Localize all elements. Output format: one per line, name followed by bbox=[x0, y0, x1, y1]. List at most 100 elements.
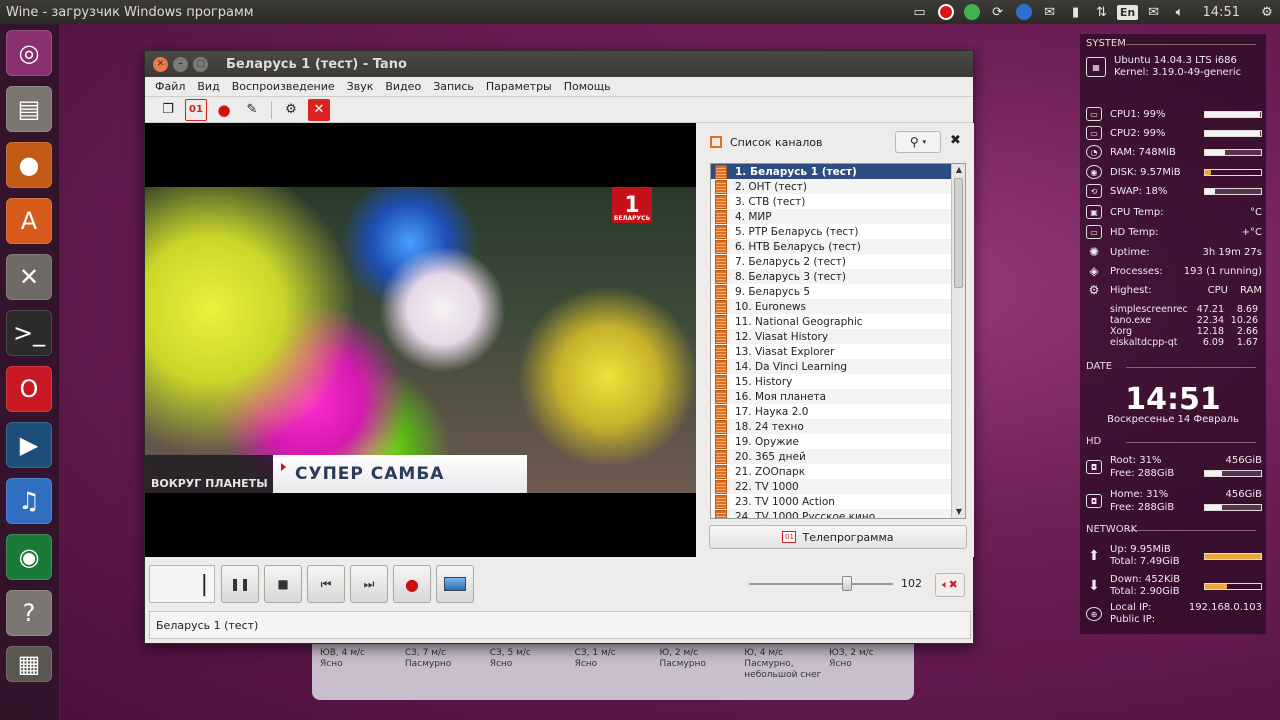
previous-button[interactable]: ⏮ bbox=[307, 565, 345, 603]
stop-button[interactable]: ■ bbox=[264, 565, 302, 603]
software-center-icon[interactable]: A bbox=[6, 198, 52, 244]
channel-item[interactable]: 20. 365 дней bbox=[711, 449, 965, 464]
channel-item[interactable]: 19. Оружие bbox=[711, 434, 965, 449]
files-icon[interactable]: ▤ bbox=[6, 86, 52, 132]
channel-item[interactable]: 1. Беларусь 1 (тест) bbox=[711, 164, 965, 179]
help-icon[interactable]: ? bbox=[6, 590, 52, 636]
terminal-icon[interactable]: >_ bbox=[6, 310, 52, 356]
mail-notification-icon[interactable]: ✉ bbox=[1141, 0, 1167, 24]
close-window-icon[interactable]: ✕ bbox=[153, 56, 168, 72]
menu-record[interactable]: Запись bbox=[427, 80, 480, 93]
processes-row: ◈ Processes: 193 (1 running) bbox=[1086, 263, 1262, 279]
record-icon[interactable]: ● bbox=[213, 99, 235, 121]
channel-item[interactable]: 9. Беларусь 5 bbox=[711, 284, 965, 299]
video-display[interactable]: 1 БЕЛАРУСЬ ВОКРУГ ПЛАНЕТЫ СУПЕР САМБА bbox=[145, 123, 696, 557]
maximize-window-icon[interactable]: □ bbox=[193, 56, 208, 72]
menu-playback[interactable]: Воспроизведение bbox=[226, 80, 341, 93]
conky-date: Воскресенье 14 Февраль bbox=[1107, 414, 1239, 425]
channel-item[interactable]: 7. Беларусь 2 (тест) bbox=[711, 254, 965, 269]
channel-icon bbox=[715, 164, 727, 179]
battery-icon[interactable]: ▮ bbox=[1063, 0, 1089, 24]
panel-clock[interactable]: 14:51 bbox=[1193, 5, 1254, 20]
settings-gear-icon[interactable]: ⚙ bbox=[1254, 0, 1280, 24]
network-indicator-icon[interactable]: ⟳ bbox=[985, 0, 1011, 24]
tv-guide-button[interactable]: 01 Телепрограмма bbox=[709, 525, 967, 549]
search-dropdown-button[interactable]: ⚲ ▾ bbox=[895, 131, 941, 153]
volume-icon[interactable]: 🔈︎ bbox=[1167, 0, 1193, 24]
language-indicator[interactable]: En bbox=[1115, 0, 1141, 24]
hd-section-label: HD bbox=[1086, 436, 1259, 447]
channel-icon bbox=[715, 419, 727, 434]
next-button[interactable]: ⏭ bbox=[350, 565, 388, 603]
channel-item[interactable]: 8. Беларусь 3 (тест) bbox=[711, 269, 965, 284]
window-titlebar[interactable]: ✕ – □ Беларусь 1 (тест) - Tano bbox=[145, 51, 973, 77]
channel-item[interactable]: 10. Euronews bbox=[711, 299, 965, 314]
menu-video[interactable]: Видео bbox=[379, 80, 427, 93]
weather-day: Ю, 2 м/с Пасмурно bbox=[659, 648, 706, 669]
volume-slider[interactable] bbox=[749, 583, 893, 585]
chevron-down-icon: ▾ bbox=[922, 138, 927, 146]
minimize-window-icon[interactable]: – bbox=[173, 56, 188, 72]
channel-icon bbox=[715, 509, 727, 518]
keyboard-indicator-icon[interactable]: ▭ bbox=[907, 0, 933, 24]
toolbar-separator bbox=[271, 100, 272, 119]
channel-item[interactable]: 23. TV 1000 Action bbox=[711, 494, 965, 509]
messenger-icon[interactable] bbox=[959, 0, 985, 24]
scrollbar-thumb[interactable] bbox=[954, 178, 963, 288]
search-icon: ⚲ bbox=[909, 135, 919, 149]
menu-help[interactable]: Помощь bbox=[558, 80, 617, 93]
channel-item[interactable]: 22. TV 1000 bbox=[711, 479, 965, 494]
transfer-icon[interactable]: ⇅ bbox=[1089, 0, 1115, 24]
playback-controls: | ❚❚ ■ ⏮ ⏭ ● 102 🔈︎✖ bbox=[145, 559, 973, 609]
record-indicator-icon[interactable] bbox=[933, 0, 959, 24]
process-row: eiskaltdcpp-qt 6.09 1.67 bbox=[1110, 337, 1258, 348]
webcam-icon[interactable]: ◉ bbox=[6, 534, 52, 580]
exit-icon[interactable]: ✕ bbox=[308, 98, 330, 121]
system-settings-icon[interactable]: ✕ bbox=[6, 254, 52, 300]
record-button[interactable]: ● bbox=[393, 565, 431, 603]
menu-file[interactable]: Файл bbox=[149, 80, 191, 93]
browser-indicator-icon[interactable] bbox=[1011, 0, 1037, 24]
edit-playlist-icon[interactable]: ✎ bbox=[241, 99, 263, 121]
fullscreen-button[interactable] bbox=[436, 565, 474, 603]
channel-list-scrollbar[interactable]: ▲ ▼ bbox=[951, 164, 965, 518]
opera-icon[interactable]: O bbox=[6, 366, 52, 412]
channel-item[interactable]: 14. Da Vinci Learning bbox=[711, 359, 965, 374]
channel-item[interactable]: 11. National Geographic bbox=[711, 314, 965, 329]
channel-item[interactable]: 18. 24 техно bbox=[711, 419, 965, 434]
volume-slider-handle[interactable] bbox=[841, 576, 852, 591]
music-player-icon[interactable]: ♫ bbox=[6, 478, 52, 524]
dash-home-icon[interactable]: ◎ bbox=[6, 30, 52, 76]
mute-button[interactable]: 🔈︎✖ bbox=[935, 573, 965, 597]
channel-item[interactable]: 5. РТР Беларусь (тест) bbox=[711, 224, 965, 239]
scroll-up-icon[interactable]: ▲ bbox=[952, 164, 965, 176]
scroll-down-icon[interactable]: ▼ bbox=[952, 506, 965, 518]
schedule-calendar-icon[interactable]: 01 bbox=[185, 98, 207, 121]
channel-item[interactable]: 6. НТВ Беларусь (тест) bbox=[711, 239, 965, 254]
channel-icon bbox=[715, 479, 727, 494]
menu-settings[interactable]: Параметры bbox=[480, 80, 558, 93]
channel-list[interactable]: 1. Беларусь 1 (тест) 2. ОНТ (тест) 3. СТ… bbox=[710, 163, 966, 519]
channel-item[interactable]: 4. МИР bbox=[711, 209, 965, 224]
playlist-icon[interactable]: ❐ bbox=[157, 99, 179, 121]
channel-item[interactable]: 13. Viasat Explorer bbox=[711, 344, 965, 359]
pause-button[interactable]: ❚❚ bbox=[221, 565, 259, 603]
channel-item[interactable]: 15. History bbox=[711, 374, 965, 389]
settings-icon[interactable]: ⚙ bbox=[280, 99, 302, 121]
channel-item[interactable]: 17. Наука 2.0 bbox=[711, 404, 965, 419]
channel-item[interactable]: 3. СТВ (тест) bbox=[711, 194, 965, 209]
video-player-icon[interactable]: ▶ bbox=[6, 422, 52, 468]
firefox-icon[interactable]: ● bbox=[6, 142, 52, 188]
channel-item[interactable]: 12. Viasat History bbox=[711, 329, 965, 344]
kernel-version: Kernel: 3.19.0-49-generic bbox=[1114, 67, 1242, 78]
channel-item[interactable]: 21. ZOOпарк bbox=[711, 464, 965, 479]
workspace-switcher-icon[interactable]: ▦ bbox=[6, 646, 52, 682]
close-panel-icon[interactable]: ✖ bbox=[950, 133, 961, 148]
conky-clock: 14:51 bbox=[1125, 382, 1221, 417]
channel-item[interactable]: 24. TV 1000 Русское кино bbox=[711, 509, 965, 518]
menu-view[interactable]: Вид bbox=[191, 80, 225, 93]
menu-audio[interactable]: Звук bbox=[341, 80, 380, 93]
mail-icon[interactable]: ✉ bbox=[1037, 0, 1063, 24]
channel-item[interactable]: 2. ОНТ (тест) bbox=[711, 179, 965, 194]
channel-item[interactable]: 16. Моя планета bbox=[711, 389, 965, 404]
